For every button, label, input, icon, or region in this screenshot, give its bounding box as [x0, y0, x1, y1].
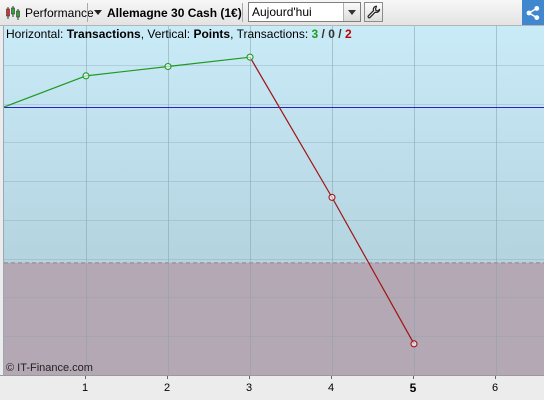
x-tick-mark	[495, 376, 496, 379]
x-tick-label: 2	[163, 382, 171, 394]
data-point	[164, 62, 172, 71]
period-select-arrow[interactable]	[343, 3, 360, 21]
x-tick-label: 4	[327, 382, 335, 394]
count-separator: /	[321, 27, 325, 41]
data-point	[82, 72, 90, 80]
x-tick-mark	[167, 376, 168, 379]
period-select[interactable]: Aujourd'hui	[248, 2, 361, 22]
x-tick-mark	[249, 376, 250, 379]
x-tick-label: 3	[245, 382, 253, 394]
winning-transactions-count: 3	[311, 27, 319, 41]
instrument-selector[interactable]: Allemagne 30 Cash (1€)	[92, 2, 244, 23]
instrument-name: Allemagne 30 Cash (1€)	[107, 5, 242, 20]
vertical-axis-value: Points	[193, 27, 231, 41]
settings-button[interactable]	[364, 2, 383, 22]
toolbar-separator	[242, 3, 243, 22]
x-tick-mark	[85, 376, 86, 379]
x-tick-label: 1	[81, 382, 89, 394]
x-tick-mark	[413, 376, 414, 379]
candlestick-chart-icon	[6, 5, 20, 20]
toolbar: Performance Allemagne 30 Cash (1€) Aujou…	[0, 0, 544, 26]
data-point	[328, 193, 336, 201]
x-axis: 1 2 3 4 5 6	[0, 375, 544, 400]
chevron-down-icon	[94, 10, 102, 15]
losing-transactions-count: 2	[344, 27, 352, 41]
toolbar-separator	[87, 3, 88, 22]
performance-button[interactable]: Performance	[2, 2, 97, 23]
share-icon	[526, 5, 540, 20]
transactions-caption: Transactions:	[236, 27, 309, 41]
chart-canvas	[4, 26, 544, 375]
copyright-notice: © IT-Finance.com	[6, 362, 93, 374]
chevron-down-icon	[348, 9, 356, 15]
chart-header: Horizontal: Transactions, Vertical: Poin…	[6, 27, 352, 41]
x-tick-label: 6	[491, 382, 499, 394]
performance-chart: Horizontal: Transactions, Vertical: Poin…	[3, 26, 544, 375]
vertical-axis-caption: Vertical:	[147, 27, 191, 41]
loss-zone	[4, 262, 544, 375]
data-point	[410, 340, 418, 348]
performance-label: Performance	[25, 5, 94, 20]
share-button[interactable]	[522, 0, 544, 25]
horizontal-axis-value: Transactions	[66, 27, 141, 41]
horizontal-axis-caption: Horizontal:	[6, 27, 64, 41]
data-point	[246, 53, 254, 61]
period-select-value: Aujourd'hui	[252, 5, 312, 19]
x-tick-mark	[331, 376, 332, 379]
x-tick-label: 5	[409, 381, 417, 395]
neutral-transactions-count: 0	[328, 27, 335, 41]
count-separator: /	[338, 27, 342, 41]
wrench-icon	[366, 5, 380, 19]
